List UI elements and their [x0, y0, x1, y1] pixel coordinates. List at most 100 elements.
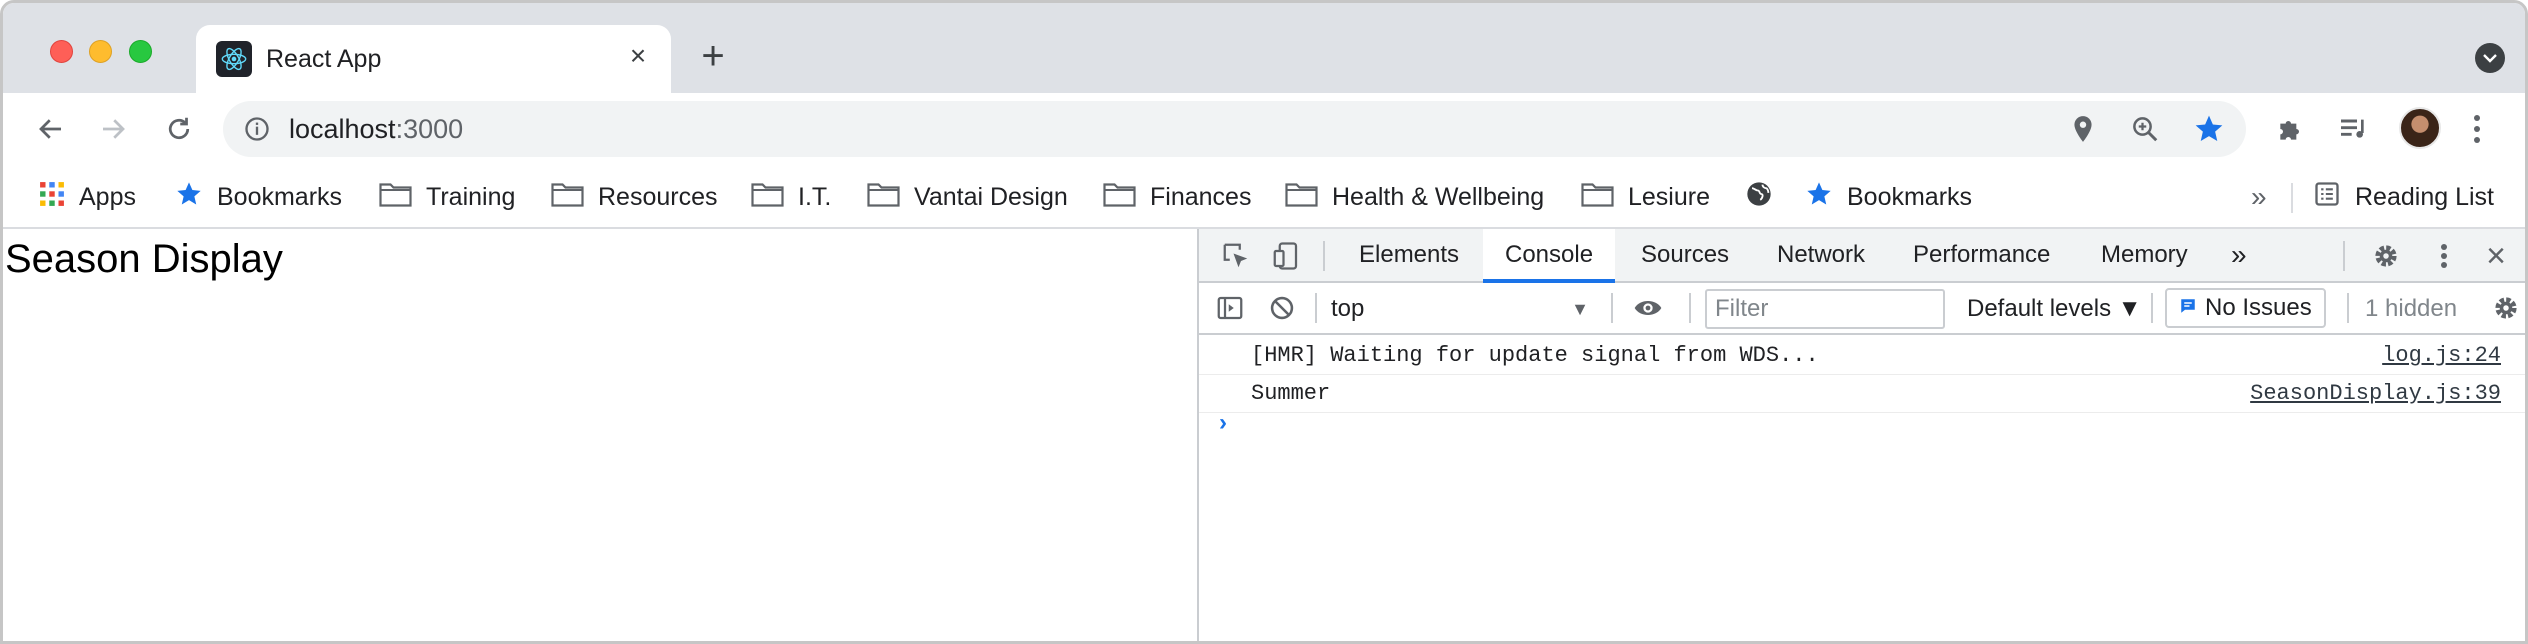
forward-icon[interactable] [91, 107, 135, 151]
bookmarks-bar: Apps Bookmarks Training Resources I.T. V… [3, 165, 2525, 229]
tab-sources[interactable]: Sources [1619, 229, 1751, 281]
folder-icon [1285, 181, 1318, 214]
extensions-icon[interactable] [2271, 109, 2311, 149]
sidebar-toggle-icon[interactable] [1213, 291, 1247, 325]
log-message: Summer [1251, 381, 1331, 406]
bookmark-label: Bookmarks [217, 182, 343, 211]
reading-list-icon [2313, 180, 2341, 215]
reading-list-button[interactable]: Reading List [2313, 177, 2494, 217]
bookmark-star-icon[interactable] [2191, 111, 2227, 147]
new-tab-button[interactable]: + [693, 34, 733, 78]
react-icon [216, 41, 252, 77]
bookmark-label: Bookmarks [1847, 182, 1973, 211]
live-expression-eye-icon[interactable] [1631, 291, 1665, 325]
bookmark-folder-resources[interactable]: Resources [551, 177, 718, 217]
bookmark-label: Health & Wellbeing [1332, 182, 1545, 211]
console-toolbar: top ▼ Filter Default levels ▼ No Issues … [1199, 283, 2525, 335]
bookmark-folder-lesiure[interactable]: Lesiure [1581, 177, 1710, 217]
bookmark-folder-it[interactable]: I.T. [751, 177, 831, 217]
bookmark-folder-finances[interactable]: Finances [1103, 177, 1251, 217]
bookmark-apps[interactable]: Apps [39, 177, 136, 217]
context-value: top [1331, 295, 1365, 322]
apps-grid-icon [39, 181, 65, 214]
chrome-menu-icon[interactable] [2465, 107, 2489, 151]
minimize-window-button[interactable] [89, 40, 112, 63]
devtools-divider [1611, 293, 1613, 323]
bookmark-bookmarks-2[interactable]: Bookmarks [1805, 177, 1972, 217]
close-window-button[interactable] [50, 40, 73, 63]
devtools-divider [1323, 241, 1325, 271]
bookmark-label: Training [426, 182, 516, 211]
console-filter-input[interactable]: Filter [1705, 289, 1945, 329]
address-bar[interactable]: localhost:3000 [223, 101, 2246, 157]
url-host: localhost [289, 114, 396, 144]
clear-console-icon[interactable] [1265, 291, 1299, 325]
media-queue-icon[interactable] [2333, 109, 2373, 149]
bookmark-globe[interactable] [1745, 177, 1773, 217]
console-log-row: Summer SeasonDisplay.js:39 [1199, 375, 2525, 413]
log-source-link[interactable]: SeasonDisplay.js:39 [2250, 381, 2501, 406]
bookmark-label: Resources [598, 182, 718, 211]
log-levels-dropdown[interactable]: Default levels ▼ [1967, 289, 2142, 329]
dropdown-arrow-icon: ▼ [1571, 299, 1589, 319]
bookmark-folder-training[interactable]: Training [379, 177, 515, 217]
star-icon [1805, 180, 1833, 215]
folder-icon [1581, 181, 1614, 214]
hidden-messages-count: 1 hidden [2365, 295, 2458, 322]
bookmark-label: Apps [79, 182, 136, 211]
console-settings-icon[interactable] [2489, 291, 2523, 325]
close-tab-icon[interactable]: × [621, 39, 655, 73]
bookmark-label: Finances [1150, 182, 1252, 211]
folder-icon [867, 181, 900, 214]
bookmarks-divider [2291, 183, 2293, 213]
devtools-settings-icon[interactable] [2369, 239, 2403, 273]
more-tabs-icon[interactable]: » [2209, 229, 2269, 281]
profile-avatar[interactable] [2399, 107, 2441, 149]
back-icon[interactable] [29, 107, 73, 151]
log-source-link[interactable]: log.js:24 [2382, 343, 2501, 368]
issues-icon [2179, 290, 2197, 326]
bookmark-folder-health-wellbeing[interactable]: Health & Wellbeing [1285, 177, 1544, 217]
page-title: Season Display [5, 237, 283, 281]
location-icon[interactable] [2065, 111, 2101, 147]
devtools-close-icon[interactable]: × [2479, 237, 2513, 275]
maximize-window-button[interactable] [129, 40, 152, 63]
folder-icon [379, 181, 412, 214]
context-select[interactable]: top ▼ [1331, 289, 1603, 329]
reading-list-label: Reading List [2355, 182, 2494, 211]
console-prompt-chevron-icon[interactable]: › [1219, 409, 1227, 437]
tab-performance[interactable]: Performance [1891, 229, 2072, 281]
browser-window: React App × + localhost:3000 Apps Bookma… [0, 0, 2528, 644]
tab-elements[interactable]: Elements [1337, 229, 1481, 281]
title-bar: React App × + [3, 3, 2525, 93]
url-text: localhost:3000 [289, 114, 463, 145]
bookmark-label: I.T. [798, 182, 832, 211]
bookmark-label: Lesiure [1628, 182, 1710, 211]
inspect-element-icon[interactable] [1219, 239, 1253, 273]
devtools-tab-bar: Elements Console Sources Network Perform… [1199, 229, 2525, 283]
tab-title: React App [266, 45, 382, 73]
devtools-divider [2343, 241, 2345, 271]
tab-memory[interactable]: Memory [2079, 229, 2210, 281]
issues-button[interactable]: No Issues [2165, 288, 2326, 328]
tab-network[interactable]: Network [1755, 229, 1887, 281]
device-toolbar-icon[interactable] [1269, 239, 1303, 273]
folder-icon [551, 181, 584, 214]
tab-console[interactable]: Console [1483, 229, 1616, 283]
bookmark-label: Vantai Design [914, 182, 1068, 211]
globe-icon [1745, 180, 1773, 215]
devtools-divider [2151, 293, 2153, 323]
zoom-icon[interactable] [2127, 111, 2163, 147]
site-info-icon[interactable] [243, 115, 271, 148]
star-icon [175, 180, 203, 215]
toolbar: localhost:3000 [3, 93, 2525, 165]
tab-search-icon[interactable] [2475, 43, 2505, 73]
tab-react-app[interactable]: React App × [196, 25, 671, 93]
bookmarks-overflow-icon[interactable]: » [2251, 177, 2267, 217]
bookmark-bookmarks[interactable]: Bookmarks [175, 177, 342, 217]
url-port: :3000 [395, 114, 464, 144]
devtools-menu-icon[interactable] [2427, 239, 2461, 273]
issues-label: No Issues [2205, 294, 2312, 321]
bookmark-folder-vantai-design[interactable]: Vantai Design [867, 177, 1068, 217]
reload-icon[interactable] [157, 107, 201, 151]
